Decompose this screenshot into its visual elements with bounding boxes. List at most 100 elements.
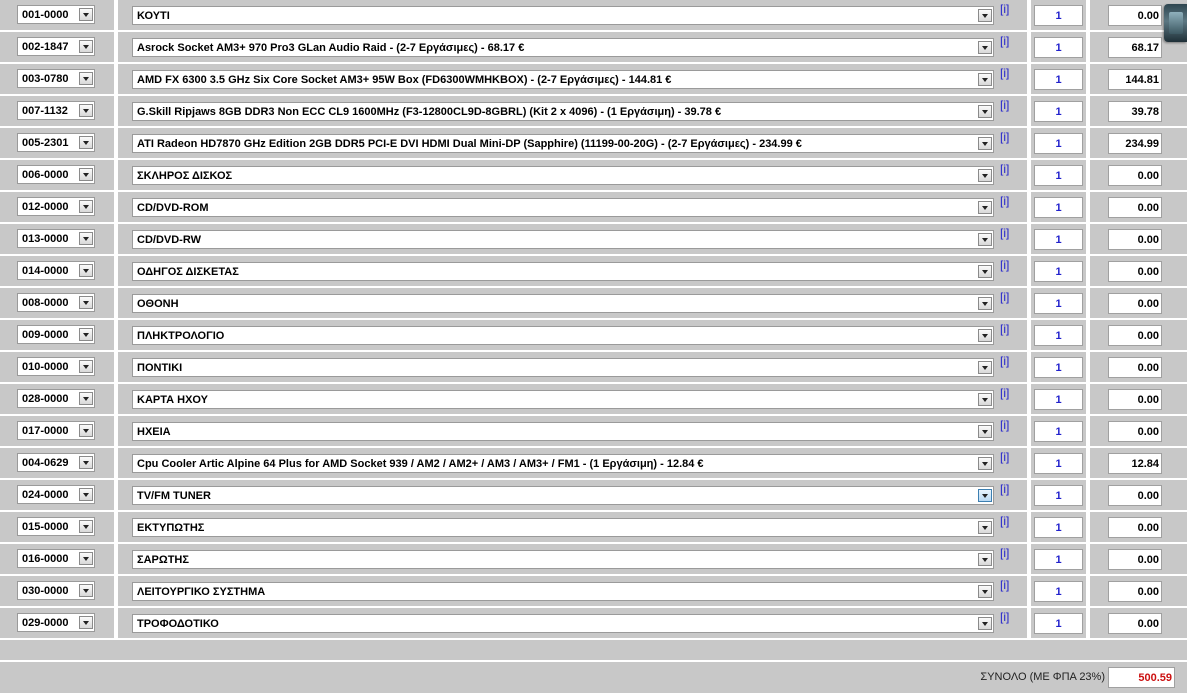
side-widget-icon[interactable] (1164, 4, 1187, 42)
code-select[interactable]: 004-0629 (17, 453, 95, 472)
chevron-down-icon[interactable] (978, 329, 992, 342)
info-link[interactable]: [i] (1000, 386, 1009, 400)
quantity-input[interactable]: 1 (1034, 485, 1083, 506)
info-link[interactable]: [i] (1000, 450, 1009, 464)
chevron-down-icon[interactable] (978, 393, 992, 406)
product-select[interactable]: Cpu Cooler Artic Alpine 64 Plus for AMD … (132, 454, 994, 473)
code-select[interactable]: 013-0000 (17, 229, 95, 248)
chevron-down-icon[interactable] (978, 265, 992, 278)
info-link[interactable]: [i] (1000, 194, 1009, 208)
quantity-input[interactable]: 1 (1034, 453, 1083, 474)
code-select[interactable]: 016-0000 (17, 549, 95, 568)
quantity-input[interactable]: 1 (1034, 5, 1083, 26)
product-select[interactable]: ΣΑΡΩΤΗΣ (132, 550, 994, 569)
quantity-input[interactable]: 1 (1034, 325, 1083, 346)
code-select[interactable]: 005-2301 (17, 133, 95, 152)
product-select[interactable]: ΣΚΛΗΡΟΣ ΔΙΣΚΟΣ (132, 166, 994, 185)
info-link[interactable]: [i] (1000, 578, 1009, 592)
product-select[interactable]: AMD FX 6300 3.5 GHz Six Core Socket AM3+… (132, 70, 994, 89)
chevron-down-icon[interactable] (978, 521, 992, 534)
info-link[interactable]: [i] (1000, 354, 1009, 368)
code-select[interactable]: 006-0000 (17, 165, 95, 184)
product-select[interactable]: ΛΕΙΤΟΥΡΓΙΚΟ ΣΥΣΤΗΜΑ (132, 582, 994, 601)
quantity-input[interactable]: 1 (1034, 133, 1083, 154)
code-select[interactable]: 001-0000 (17, 5, 95, 24)
chevron-down-icon[interactable] (978, 73, 992, 86)
code-select[interactable]: 030-0000 (17, 581, 95, 600)
product-select[interactable]: ΟΘΟΝΗ (132, 294, 994, 313)
quantity-input[interactable]: 1 (1034, 357, 1083, 378)
quantity-input[interactable]: 1 (1034, 197, 1083, 218)
info-link[interactable]: [i] (1000, 290, 1009, 304)
chevron-down-icon[interactable] (79, 104, 93, 117)
code-select[interactable]: 009-0000 (17, 325, 95, 344)
info-link[interactable]: [i] (1000, 610, 1009, 624)
chevron-down-icon[interactable] (978, 233, 992, 246)
product-select[interactable]: ΠΛΗΚΤΡΟΛΟΓΙΟ (132, 326, 994, 345)
product-select[interactable]: CD/DVD-RW (132, 230, 994, 249)
quantity-input[interactable]: 1 (1034, 421, 1083, 442)
info-link[interactable]: [i] (1000, 66, 1009, 80)
chevron-down-icon[interactable] (79, 200, 93, 213)
chevron-down-icon[interactable] (79, 456, 93, 469)
product-select[interactable]: ΕΚΤΥΠΩΤΗΣ (132, 518, 994, 537)
code-select[interactable]: 017-0000 (17, 421, 95, 440)
code-select[interactable]: 012-0000 (17, 197, 95, 216)
chevron-down-icon[interactable] (79, 168, 93, 181)
chevron-down-icon[interactable] (79, 264, 93, 277)
chevron-down-icon[interactable] (978, 457, 992, 470)
product-select[interactable]: ΚΟΥΤΙ (132, 6, 994, 25)
info-link[interactable]: [i] (1000, 514, 1009, 528)
chevron-down-icon[interactable] (79, 296, 93, 309)
product-select[interactable]: CD/DVD-ROM (132, 198, 994, 217)
product-select[interactable]: ΠΟΝΤΙΚΙ (132, 358, 994, 377)
chevron-down-icon[interactable] (79, 616, 93, 629)
code-select[interactable]: 008-0000 (17, 293, 95, 312)
product-select[interactable]: Asrock Socket AM3+ 970 Pro3 GLan Audio R… (132, 38, 994, 57)
chevron-down-icon[interactable] (79, 72, 93, 85)
info-link[interactable]: [i] (1000, 2, 1009, 16)
chevron-down-icon[interactable] (79, 488, 93, 501)
code-select[interactable]: 002-1847 (17, 37, 95, 56)
chevron-down-icon[interactable] (79, 232, 93, 245)
info-link[interactable]: [i] (1000, 130, 1009, 144)
quantity-input[interactable]: 1 (1034, 69, 1083, 90)
quantity-input[interactable]: 1 (1034, 229, 1083, 250)
code-select[interactable]: 003-0780 (17, 69, 95, 88)
product-select[interactable]: TV/FM TUNER (132, 486, 994, 505)
info-link[interactable]: [i] (1000, 98, 1009, 112)
quantity-input[interactable]: 1 (1034, 37, 1083, 58)
quantity-input[interactable]: 1 (1034, 613, 1083, 634)
code-select[interactable]: 015-0000 (17, 517, 95, 536)
info-link[interactable]: [i] (1000, 226, 1009, 240)
quantity-input[interactable]: 1 (1034, 101, 1083, 122)
chevron-down-icon[interactable] (978, 425, 992, 438)
product-select[interactable]: ΟΔΗΓΟΣ ΔΙΣΚΕΤΑΣ (132, 262, 994, 281)
chevron-down-icon[interactable] (978, 201, 992, 214)
chevron-down-icon[interactable] (978, 297, 992, 310)
chevron-down-icon[interactable] (978, 585, 992, 598)
info-link[interactable]: [i] (1000, 162, 1009, 176)
product-select[interactable]: ΚΑΡΤΑ ΗΧΟΥ (132, 390, 994, 409)
info-link[interactable]: [i] (1000, 546, 1009, 560)
code-select[interactable]: 007-1132 (17, 101, 95, 120)
chevron-down-icon[interactable] (79, 328, 93, 341)
quantity-input[interactable]: 1 (1034, 517, 1083, 538)
chevron-down-icon[interactable] (978, 105, 992, 118)
code-select[interactable]: 024-0000 (17, 485, 95, 504)
product-select[interactable]: ΗΧΕΙΑ (132, 422, 994, 441)
code-select[interactable]: 028-0000 (17, 389, 95, 408)
quantity-input[interactable]: 1 (1034, 293, 1083, 314)
code-select[interactable]: 029-0000 (17, 613, 95, 632)
quantity-input[interactable]: 1 (1034, 165, 1083, 186)
quantity-input[interactable]: 1 (1034, 261, 1083, 282)
chevron-down-icon[interactable] (978, 41, 992, 54)
info-link[interactable]: [i] (1000, 322, 1009, 336)
info-link[interactable]: [i] (1000, 34, 1009, 48)
chevron-down-icon[interactable] (978, 361, 992, 374)
chevron-down-icon[interactable] (79, 520, 93, 533)
chevron-down-icon[interactable] (79, 392, 93, 405)
product-select[interactable]: G.Skill Ripjaws 8GB DDR3 Non ECC CL9 160… (132, 102, 994, 121)
chevron-down-icon[interactable] (978, 489, 992, 502)
product-select[interactable]: ΤΡΟΦΟΔΟΤΙΚΟ (132, 614, 994, 633)
